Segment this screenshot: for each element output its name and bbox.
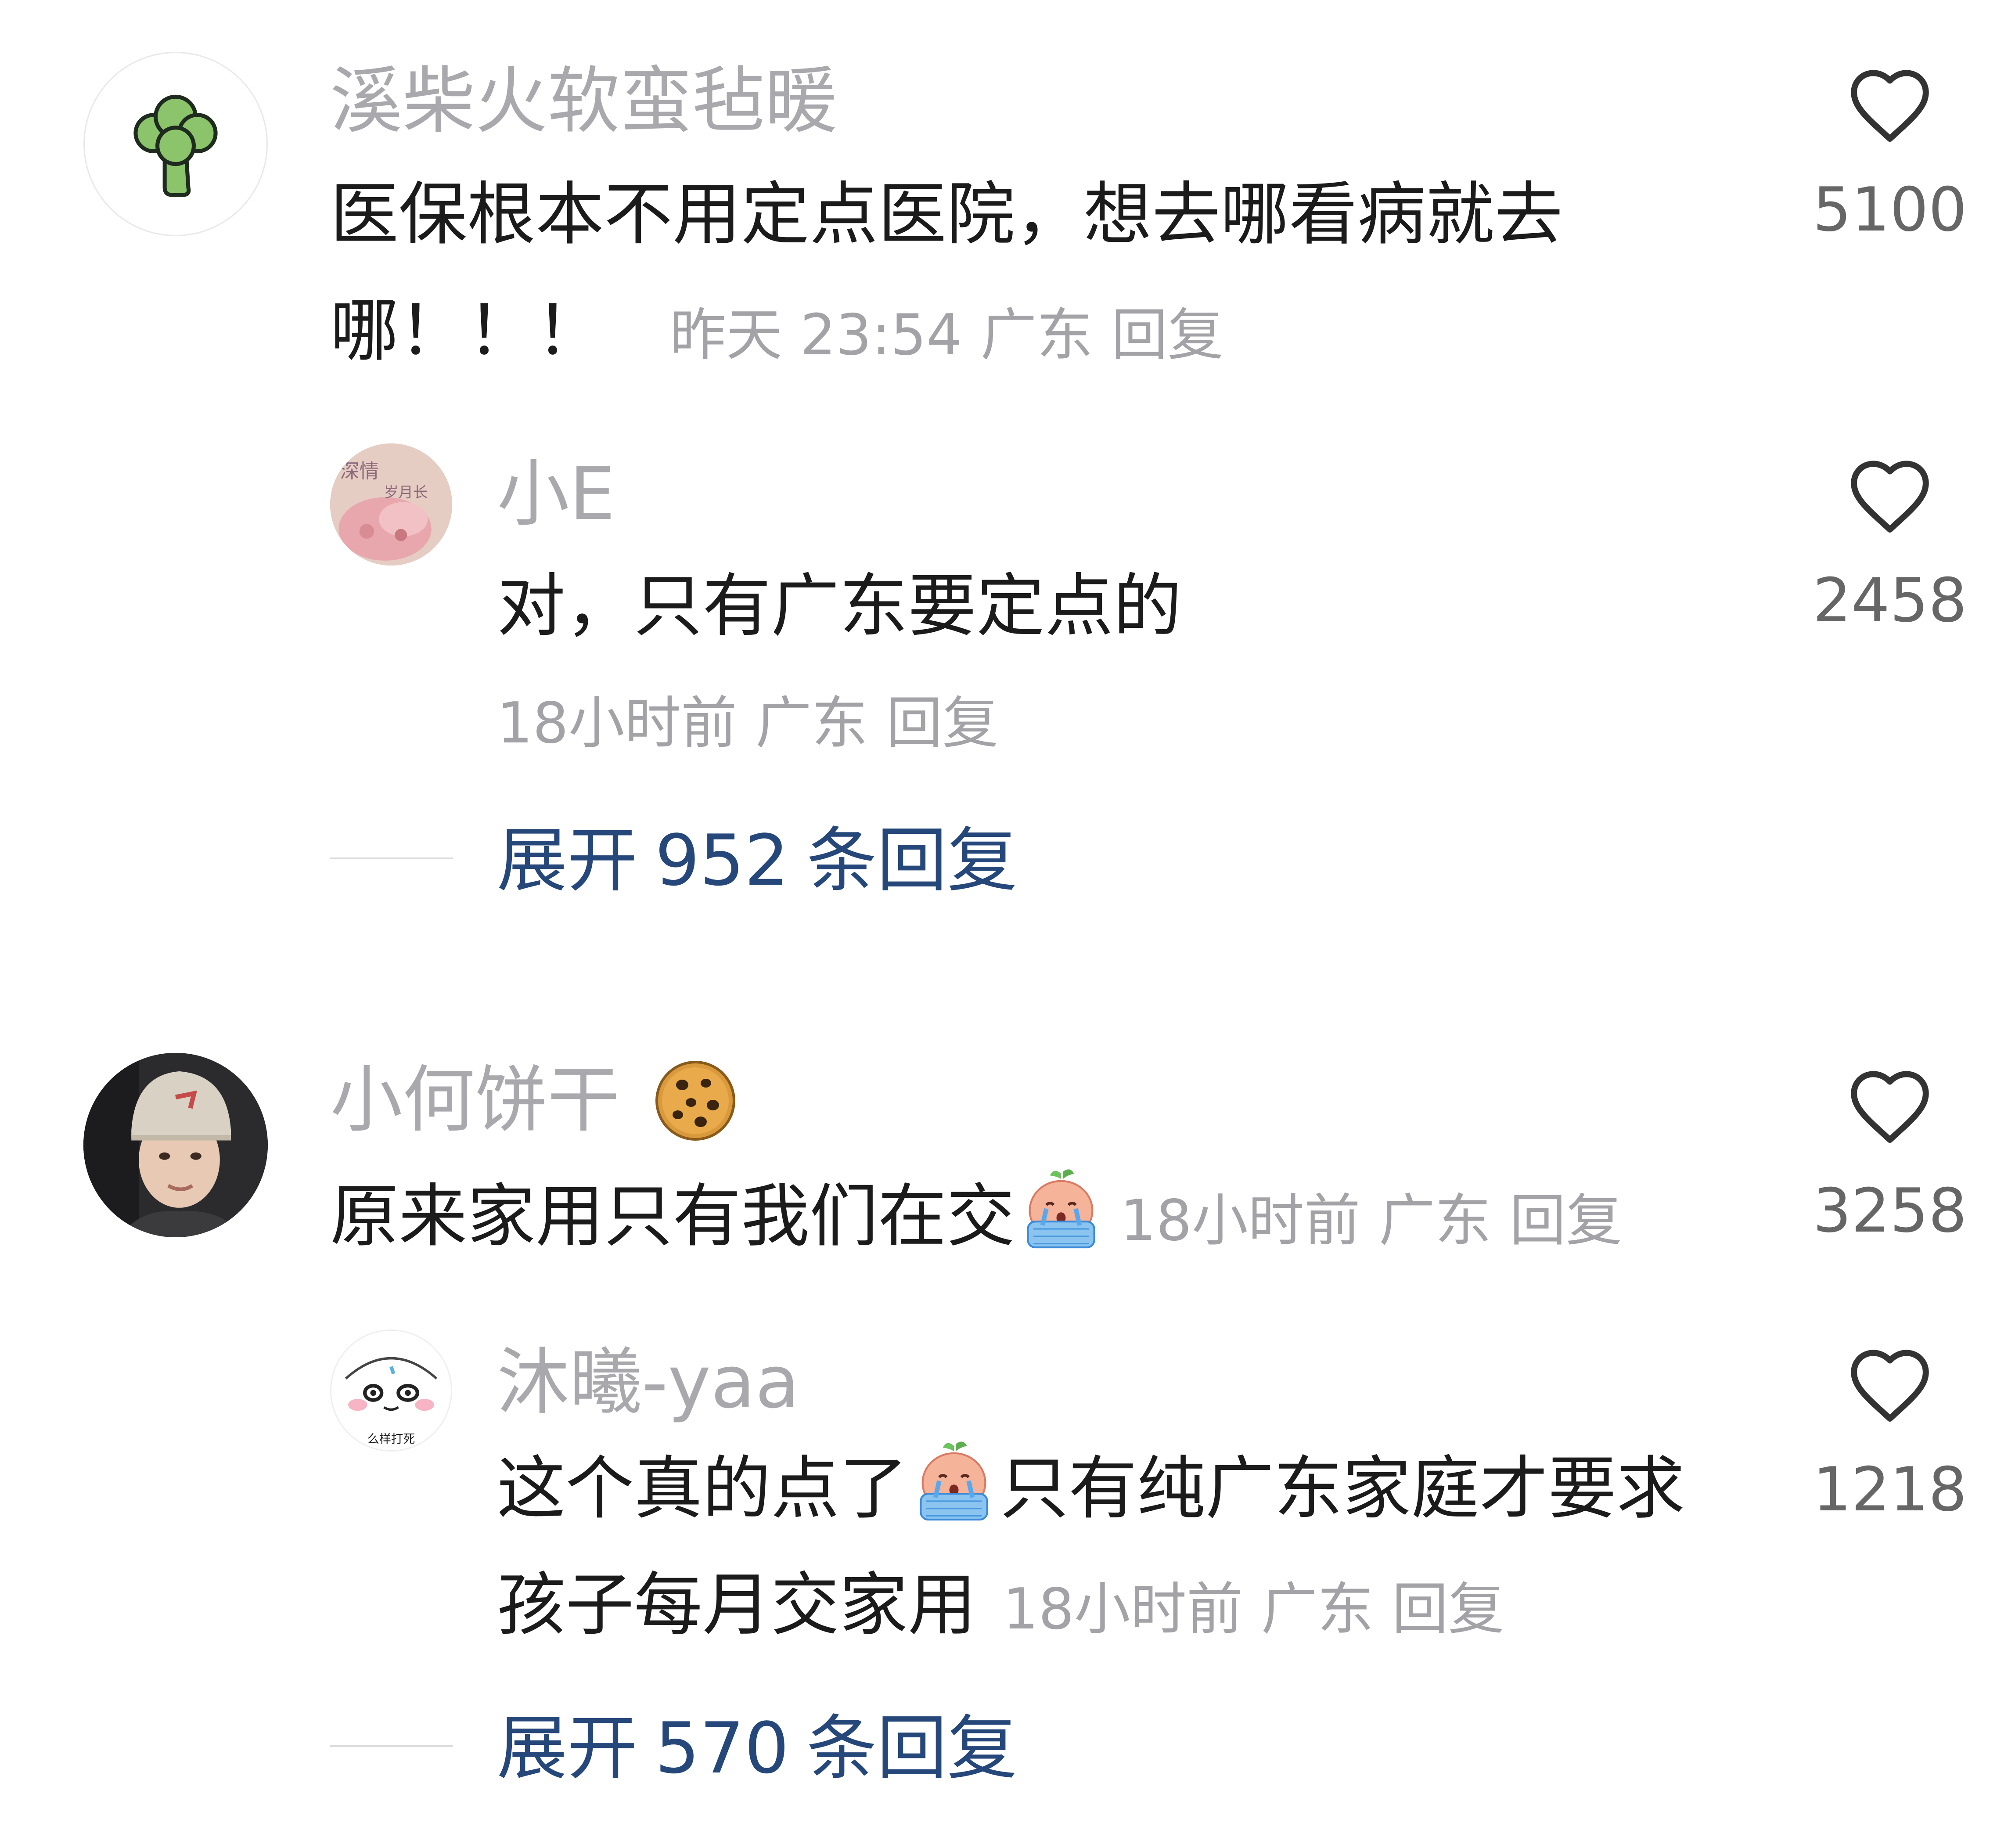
- person-photo-avatar: [83, 1053, 268, 1237]
- reply-text-part: 只有纯广东家庭才要求: [1000, 1448, 1685, 1528]
- svg-text:深情: 深情: [340, 460, 379, 483]
- like-button[interactable]: 2458: [1798, 457, 1982, 636]
- reply-meta: 18小时前 广东 回复: [497, 680, 1017, 767]
- location: 广东: [755, 691, 868, 756]
- location: 广东: [980, 303, 1093, 368]
- like-count: 1218: [1813, 1454, 1967, 1525]
- heart-icon: [1851, 1071, 1929, 1143]
- heart-icon: [1851, 70, 1929, 142]
- reply-text-part: 这个真的点了: [497, 1448, 908, 1528]
- like-count: 3258: [1813, 1175, 1967, 1246]
- divider-line: [330, 857, 453, 859]
- comment-text-line: 原来家用只有我们在交: [330, 1176, 1015, 1256]
- like-button[interactable]: 1218: [1798, 1346, 1982, 1525]
- reply-button[interactable]: 回复: [886, 691, 999, 756]
- timestamp: 昨天 23:54: [670, 303, 962, 368]
- timestamp: 18小时前: [497, 691, 737, 756]
- username[interactable]: 溪柴火软蛮毡暖: [330, 57, 837, 145]
- crying-emoji: [908, 1437, 1000, 1529]
- divider-line: [330, 1745, 453, 1747]
- comment-text: 医保根本不用定点医院，想去哪看病就去: [330, 157, 1563, 271]
- username[interactable]: 沐曦-yaa: [497, 1338, 799, 1426]
- username[interactable]: 小何饼干: [330, 1056, 739, 1145]
- comment-text-line: 哪！！！: [330, 291, 604, 371]
- comment-meta: 18小时前 广东 回复: [1120, 1188, 1641, 1254]
- avatar[interactable]: 么样打死: [330, 1329, 452, 1452]
- broccoli-icon: [85, 53, 266, 235]
- expand-suffix: 条回复: [806, 819, 1018, 901]
- username-text: 小何饼干: [330, 1058, 620, 1142]
- like-count: 5100: [1813, 174, 1967, 245]
- expand-label: 展开: [497, 819, 638, 901]
- expand-suffix: 条回复: [806, 1707, 1018, 1789]
- expand-count: 952: [655, 819, 789, 901]
- comment-text: 原来家用只有我们在交 18小时前 广东 回复: [330, 1159, 1641, 1278]
- cartoon-face-avatar: 么样打死: [331, 1331, 451, 1450]
- svg-text:岁月长: 岁月长: [384, 483, 428, 501]
- timestamp: 18小时前: [1003, 1577, 1243, 1642]
- reply-text: 这个真的点了 只有纯广东家庭才要求: [497, 1431, 1685, 1545]
- reply-button[interactable]: 回复: [1510, 1188, 1622, 1254]
- pink-photo-avatar: 深情 岁月长: [330, 443, 452, 566]
- avatar[interactable]: 深情 岁月长: [330, 443, 452, 566]
- like-button[interactable]: 5100: [1798, 66, 1982, 245]
- reply-text-continued: 孩子每月交家用 18小时前 广东 回复: [497, 1548, 1523, 1667]
- crying-emoji: [1015, 1164, 1107, 1257]
- reply-text-line: 孩子每月交家用: [497, 1565, 976, 1645]
- comment-meta: 昨天 23:54 广东 回复: [670, 303, 1242, 368]
- like-button[interactable]: 3258: [1798, 1067, 1982, 1246]
- location: 广东: [1378, 1188, 1491, 1254]
- comment-text-continued: 哪！！！ 昨天 23:54 广东 回复: [330, 274, 1242, 393]
- heart-icon: [1851, 461, 1929, 533]
- heart-icon: [1851, 1350, 1929, 1422]
- username[interactable]: 小E: [497, 450, 615, 538]
- cookie-icon: [651, 1057, 739, 1145]
- reply-meta: 18小时前 广东 回复: [1003, 1577, 1523, 1642]
- comment-text-line: 医保根本不用定点医院，想去哪看病就去: [330, 174, 1563, 254]
- location: 广东: [1261, 1577, 1374, 1642]
- svg-text:么样打死: 么样打死: [367, 1433, 415, 1446]
- reply-text: 对，只有广东要定点的: [497, 566, 1182, 646]
- expand-replies-button[interactable]: 展开 952 条回复: [497, 817, 1035, 904]
- avatar[interactable]: [83, 52, 268, 236]
- avatar[interactable]: [83, 1053, 268, 1237]
- expand-label: 展开: [497, 1707, 638, 1789]
- timestamp: 18小时前: [1120, 1188, 1360, 1254]
- expand-replies-button[interactable]: 展开 570 条回复: [497, 1704, 1035, 1792]
- like-count: 2458: [1813, 565, 1967, 636]
- expand-count: 570: [655, 1707, 789, 1789]
- reply-button[interactable]: 回复: [1112, 303, 1224, 368]
- reply-button[interactable]: 回复: [1392, 1577, 1504, 1642]
